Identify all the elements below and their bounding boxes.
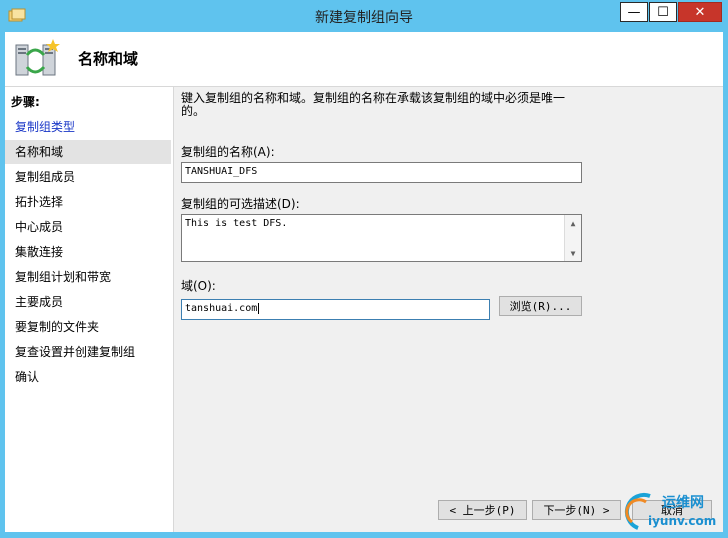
- text-cursor: [258, 303, 260, 314]
- step-item: 要复制的文件夹: [15, 320, 100, 334]
- step-item: 确认: [15, 370, 40, 384]
- wizard-window: 新建复制组向导 — ☐ ✕ 名称和域 步骤: 复制组类型 名称和域 复制组成员 拓扑选…: [0, 0, 728, 538]
- page-title: 名称和域: [78, 50, 139, 68]
- step-item: 名称和域: [5, 140, 171, 164]
- description-scrollbar[interactable]: ▲ ▼: [564, 215, 581, 261]
- watermark: 运维网 iyunv.com: [620, 488, 725, 534]
- domain-value: tanshuai.com: [185, 303, 258, 314]
- step-item: 主要成员: [15, 295, 64, 309]
- title-bar[interactable]: 新建复制组向导 — ☐ ✕: [0, 0, 728, 32]
- next-button[interactable]: 下一步(N) >: [532, 500, 621, 520]
- domain-label: 域(O):: [181, 279, 216, 293]
- scroll-down-icon[interactable]: ▼: [565, 245, 581, 261]
- wizard-client: 名称和域 步骤: 复制组类型 名称和域 复制组成员 拓扑选择 中心成员 集散连接 复制组计划…: [5, 32, 723, 532]
- step-item: 拓扑选择: [15, 195, 64, 209]
- group-description-text: This is test DFS.: [185, 218, 288, 229]
- minimize-button[interactable]: —: [620, 2, 648, 22]
- step-item: 复制组类型: [15, 120, 76, 134]
- watermark-title: 运维网: [662, 495, 704, 511]
- window-title: 新建复制组向导: [315, 10, 413, 26]
- group-description-label: 复制组的可选描述(D):: [181, 197, 300, 211]
- step-item: 复制组计划和带宽: [15, 270, 112, 284]
- step-item: 集散连接: [15, 245, 64, 259]
- steps-heading: 步骤:: [11, 95, 40, 109]
- wizard-header: 名称和域: [5, 32, 723, 87]
- previous-button[interactable]: < 上一步(P): [438, 500, 527, 520]
- group-name-input[interactable]: TANSHUAI_DFS: [181, 162, 582, 183]
- step-item: 中心成员: [15, 220, 64, 234]
- group-description-textarea[interactable]: This is test DFS. ▲ ▼: [181, 214, 582, 262]
- close-button[interactable]: ✕: [678, 2, 722, 22]
- instructions-line-1: 键入复制组的名称和域。复制组的名称在承载该复制组的域中必须是唯一: [181, 91, 566, 105]
- instructions-text: 键入复制组的名称和域。复制组的名称在承载该复制组的域中必须是唯一 的。: [181, 92, 581, 118]
- steps-sidebar: 步骤: 复制组类型名称和域复制组成员拓扑选择中心成员集散连接复制组计划和带宽 主要…: [5, 87, 174, 532]
- watermark-url: iyunv.com: [648, 514, 717, 528]
- content-panel: 键入复制组的名称和域。复制组的名称在承载该复制组的域中必须是唯一 的。 复制组的…: [174, 87, 723, 532]
- minimize-icon: —: [627, 4, 641, 20]
- replication-group-icon: [15, 39, 60, 76]
- instructions-line-2: 的。: [181, 104, 206, 118]
- step-item: 复制组成员: [15, 170, 76, 184]
- group-name-label: 复制组的名称(A):: [181, 145, 275, 159]
- close-icon: ✕: [694, 4, 706, 20]
- step-item: 复查设置并创建复制组: [15, 345, 136, 359]
- maximize-icon: ☐: [657, 4, 669, 20]
- scroll-up-icon[interactable]: ▲: [565, 215, 581, 231]
- domain-input[interactable]: tanshuai.com: [181, 299, 490, 320]
- browse-button[interactable]: 浏览(R)...: [499, 296, 582, 316]
- maximize-button[interactable]: ☐: [649, 2, 677, 22]
